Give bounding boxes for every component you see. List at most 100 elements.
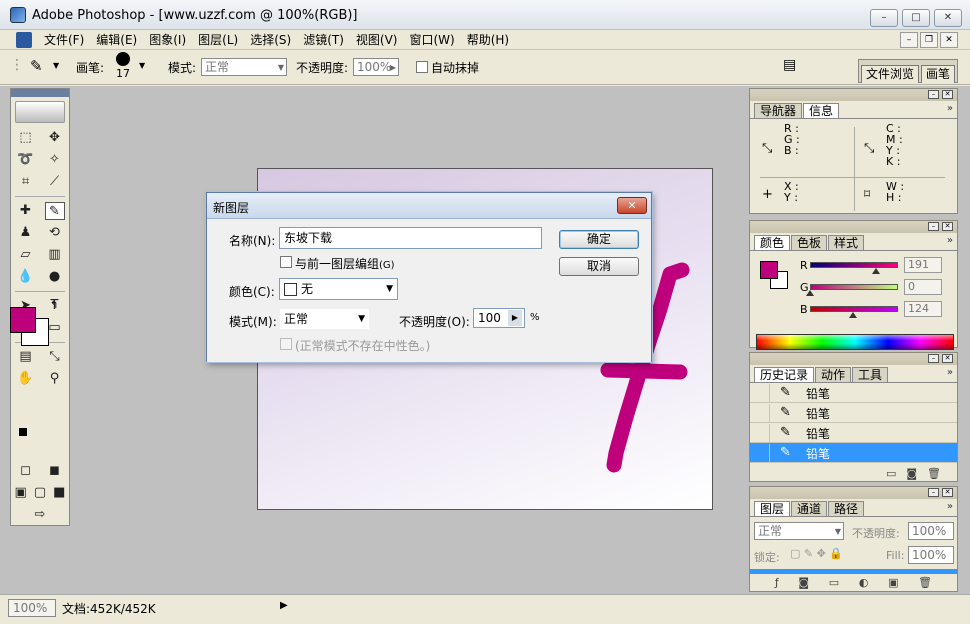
lasso-tool-icon[interactable]: ➰ [16, 151, 36, 169]
g-slider-knob[interactable] [806, 290, 814, 296]
layer-opacity-dialog-input[interactable]: 100 ▶ [473, 308, 525, 328]
tab-file-browser[interactable]: 文件浏览 [860, 65, 919, 83]
toolbox-title-bar[interactable] [11, 89, 69, 97]
menu-item-7[interactable]: 窗口(W) [403, 32, 460, 48]
auto-erase-checkbox[interactable] [416, 61, 428, 73]
palette-menu-icon[interactable]: » [947, 235, 953, 246]
mode-select[interactable]: 正常 ▼ [201, 58, 287, 76]
history-state[interactable]: ✎ 铅笔 [750, 383, 957, 403]
foreground-color-swatch[interactable] [10, 307, 36, 333]
doc-minimize-button[interactable]: – [900, 32, 918, 48]
layer-color-select[interactable]: 无 ▼ [279, 278, 398, 300]
ok-button[interactable]: 确定 [559, 230, 639, 249]
history-state[interactable]: ✎ 铅笔 [750, 403, 957, 423]
blur-tool-icon[interactable]: 💧 [16, 268, 36, 286]
menu-item-4[interactable]: 选择(S) [244, 32, 297, 48]
palette-close-icon[interactable]: ✕ [942, 90, 953, 99]
tab-brushes[interactable]: 画笔 [920, 65, 955, 83]
cancel-button[interactable]: 取消 [559, 257, 639, 276]
slider-arrow-icon[interactable]: ▶ [390, 60, 396, 76]
gradient-tool-icon[interactable]: ▥ [45, 246, 65, 264]
layer-style-icon[interactable]: ƒ [775, 576, 779, 589]
history-source-checkbox[interactable] [752, 444, 770, 462]
tab-channels[interactable]: 通道 [791, 501, 828, 516]
slice-tool-icon[interactable]: ⟋ [45, 173, 65, 191]
history-source-checkbox[interactable] [752, 384, 770, 402]
new-snapshot-icon[interactable]: ◙ [906, 467, 917, 480]
tab-history[interactable]: 历史记录 [754, 367, 815, 382]
history-source-checkbox[interactable] [752, 404, 770, 422]
menu-item-1[interactable]: 编辑(E) [90, 32, 143, 48]
menu-item-5[interactable]: 滤镜(T) [297, 32, 350, 48]
minimize-button[interactable]: – [870, 9, 898, 27]
crop-tool-icon[interactable]: ⌗ [16, 173, 36, 191]
tab-tools[interactable]: 工具 [852, 367, 889, 382]
screen-mode-full-icon[interactable]: ■ [50, 484, 69, 502]
history-palette-header[interactable]: – ✕ [750, 353, 957, 365]
doc-close-button[interactable]: ✕ [940, 32, 958, 48]
marquee-tool-icon[interactable]: ⬚ [16, 129, 36, 147]
close-button[interactable]: ✕ [934, 9, 962, 27]
layer-blend-mode-select[interactable]: 正常 ▼ [754, 522, 844, 540]
magic-wand-tool-icon[interactable]: ✧ [45, 151, 65, 169]
tab-navigator[interactable]: 导航器 [754, 103, 803, 118]
opacity-slider-arrow-icon[interactable]: ▶ [508, 310, 522, 326]
document-icon[interactable] [16, 32, 32, 48]
palette-minimize-icon[interactable]: – [928, 222, 939, 231]
brush-preview-icon[interactable] [116, 52, 130, 66]
history-source-checkbox[interactable] [752, 424, 770, 442]
r-slider-knob[interactable] [871, 268, 880, 274]
tab-styles[interactable]: 样式 [828, 235, 865, 250]
b-slider-knob[interactable] [848, 312, 857, 318]
new-document-from-state-icon[interactable]: ▭ [886, 467, 896, 480]
hand-tool-icon[interactable]: ✋ [16, 370, 36, 388]
history-brush-tool-icon[interactable]: ⟲ [45, 224, 65, 242]
palette-minimize-icon[interactable]: – [928, 354, 939, 363]
g-value-field[interactable]: 0 [904, 279, 942, 295]
new-layer-icon[interactable]: ▣ [888, 576, 898, 589]
dodge-tool-icon[interactable]: ● [45, 268, 65, 286]
menu-item-8[interactable]: 帮助(H) [461, 32, 515, 48]
palette-close-icon[interactable]: ✕ [942, 488, 953, 497]
tab-actions[interactable]: 动作 [815, 367, 852, 382]
palette-close-icon[interactable]: ✕ [942, 354, 953, 363]
layer-set-icon[interactable]: ▭ [829, 576, 839, 589]
tab-paths[interactable]: 路径 [828, 501, 865, 516]
palette-close-icon[interactable]: ✕ [942, 222, 953, 231]
menu-item-0[interactable]: 文件(F) [38, 32, 90, 48]
palette-menu-icon[interactable]: » [947, 103, 953, 114]
doc-restore-button[interactable]: ❐ [920, 32, 938, 48]
tab-info[interactable]: 信息 [803, 103, 840, 118]
palette-menu-icon[interactable]: » [947, 367, 953, 378]
layer-fill-field[interactable]: 100% [908, 546, 954, 564]
palette-well-icon[interactable]: ▤ [783, 57, 796, 73]
palette-minimize-icon[interactable]: – [928, 90, 939, 99]
dialog-close-button[interactable]: ✕ [617, 197, 647, 214]
color-palette-header[interactable]: – ✕ [750, 221, 957, 233]
layer-mode-select[interactable]: 正常 ▼ [279, 308, 370, 330]
default-colors-icon[interactable] [19, 428, 27, 436]
screen-mode-full-menu-icon[interactable]: ▢ [30, 484, 49, 502]
eyedropper-tool-icon[interactable]: ⤡ [45, 348, 65, 366]
quick-mask-mode-icon[interactable]: ◼ [45, 462, 65, 480]
standard-mode-icon[interactable]: ◻ [16, 462, 36, 480]
palette-menu-icon[interactable]: » [947, 501, 953, 512]
tab-layers[interactable]: 图层 [754, 501, 791, 516]
eraser-tool-icon[interactable]: ▱ [16, 246, 36, 264]
r-slider-track[interactable] [810, 262, 898, 268]
layer-opacity-field[interactable]: 100% [908, 522, 954, 540]
menu-item-3[interactable]: 图层(L) [192, 32, 244, 48]
brush-dropdown-arrow-icon[interactable]: ▼ [139, 61, 145, 70]
group-with-previous-checkbox[interactable] [280, 256, 292, 268]
menu-item-6[interactable]: 视图(V) [350, 32, 404, 48]
pencil-tool-preset-icon[interactable]: ✎ [30, 57, 43, 75]
preset-dropdown-arrow-icon[interactable]: ▼ [53, 61, 59, 70]
adobe-online-logo[interactable] [15, 101, 65, 123]
color-fg-swatch[interactable] [760, 261, 778, 279]
menu-item-2[interactable]: 图象(I) [143, 32, 192, 48]
status-menu-arrow-icon[interactable]: ▶ [280, 600, 288, 611]
tab-color[interactable]: 颜色 [754, 235, 791, 250]
delete-state-icon[interactable]: 🗑 [927, 467, 941, 480]
opacity-field[interactable]: 100% ▶ [353, 58, 399, 76]
adjustment-layer-icon[interactable]: ◐ [859, 576, 869, 589]
